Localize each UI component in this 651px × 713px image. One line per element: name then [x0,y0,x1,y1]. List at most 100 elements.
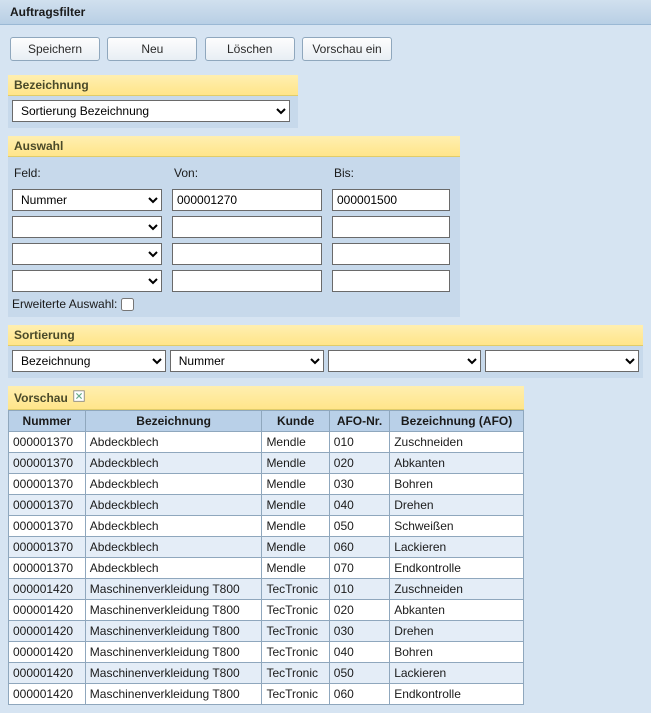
table-row[interactable]: 000001420Maschinenverkleidung T800TecTro… [9,642,524,663]
table-cell: Abdeckblech [85,453,262,474]
section-header-vorschau: Vorschau [8,386,524,410]
bis-input-1[interactable] [332,189,450,211]
von-input-3[interactable] [172,243,322,265]
table-cell: TecTronic [262,579,329,600]
table-cell: Mendle [262,495,329,516]
section-header-bezeichnung: Bezeichnung [8,75,298,96]
table-row[interactable]: 000001420Maschinenverkleidung T800TecTro… [9,600,524,621]
table-cell: 000001370 [9,537,86,558]
table-row[interactable]: 000001420Maschinenverkleidung T800TecTro… [9,579,524,600]
table-cell: 000001420 [9,642,86,663]
col-bezeichnung-afo[interactable]: Bezeichnung (AFO) [390,411,524,432]
table-row[interactable]: 000001370AbdeckblechMendle040Drehen [9,495,524,516]
table-row[interactable]: 000001420Maschinenverkleidung T800TecTro… [9,684,524,705]
table-cell: 000001370 [9,495,86,516]
table-cell: 060 [329,684,389,705]
table-cell: 000001370 [9,558,86,579]
refresh-icon[interactable] [72,389,86,406]
table-cell: Abdeckblech [85,474,262,495]
table-cell: 000001420 [9,579,86,600]
section-header-auswahl: Auswahl [8,136,460,157]
table-row[interactable]: 000001370AbdeckblechMendle070Endkontroll… [9,558,524,579]
table-row[interactable]: 000001420Maschinenverkleidung T800TecTro… [9,621,524,642]
table-cell: 000001370 [9,432,86,453]
table-cell: 000001420 [9,663,86,684]
section-auswahl: Auswahl Feld: Von: Bis: Nummer Erweitert… [8,136,460,317]
table-cell: Bohren [390,642,524,663]
section-header-sortierung: Sortierung [8,325,643,346]
section-vorschau: Vorschau Nummer Bezeichnung Kunde AFO-Nr… [8,386,524,705]
table-row[interactable]: 000001370AbdeckblechMendle010Zuschneiden [9,432,524,453]
table-cell: 030 [329,621,389,642]
von-input-4[interactable] [172,270,322,292]
table-cell: 050 [329,516,389,537]
table-cell: Maschinenverkleidung T800 [85,642,262,663]
table-cell: Maschinenverkleidung T800 [85,579,262,600]
feld-select-1[interactable]: Nummer [12,189,162,211]
table-cell: Maschinenverkleidung T800 [85,621,262,642]
table-cell: Abdeckblech [85,537,262,558]
table-cell: Mendle [262,537,329,558]
table-cell: 030 [329,474,389,495]
col-nummer[interactable]: Nummer [9,411,86,432]
preview-toggle-button[interactable]: Vorschau ein [302,37,392,61]
toolbar: Speichern Neu Löschen Vorschau ein [0,25,651,71]
vorschau-header-label: Vorschau [14,391,68,405]
table-cell: TecTronic [262,621,329,642]
table-cell: 010 [329,579,389,600]
table-cell: Mendle [262,558,329,579]
table-cell: 010 [329,432,389,453]
table-cell: 050 [329,663,389,684]
table-cell: 020 [329,600,389,621]
von-input-2[interactable] [172,216,322,238]
table-cell: Abdeckblech [85,432,262,453]
table-cell: 040 [329,495,389,516]
new-button[interactable]: Neu [107,37,197,61]
table-cell: Endkontrolle [390,558,524,579]
table-cell: Lackieren [390,663,524,684]
table-row[interactable]: 000001370AbdeckblechMendle060Lackieren [9,537,524,558]
table-cell: Endkontrolle [390,684,524,705]
table-row[interactable]: 000001370AbdeckblechMendle030Bohren [9,474,524,495]
delete-button[interactable]: Löschen [205,37,295,61]
bezeichnung-select[interactable]: Sortierung Bezeichnung [12,100,290,122]
erweiterte-auswahl-checkbox[interactable] [121,298,134,311]
sort-select-1[interactable]: Bezeichnung [12,350,166,372]
table-cell: TecTronic [262,684,329,705]
sort-select-3[interactable] [328,350,482,372]
bis-input-4[interactable] [332,270,450,292]
label-feld: Feld: [12,166,166,180]
table-cell: Abkanten [390,453,524,474]
table-cell: Abdeckblech [85,558,262,579]
section-bezeichnung: Bezeichnung Sortierung Bezeichnung [8,75,298,128]
bis-input-3[interactable] [332,243,450,265]
col-bezeichnung[interactable]: Bezeichnung [85,411,262,432]
col-afonr[interactable]: AFO-Nr. [329,411,389,432]
table-cell: Maschinenverkleidung T800 [85,663,262,684]
feld-select-4[interactable] [12,270,162,292]
feld-select-2[interactable] [12,216,162,238]
table-cell: Maschinenverkleidung T800 [85,684,262,705]
save-button[interactable]: Speichern [10,37,100,61]
col-kunde[interactable]: Kunde [262,411,329,432]
table-cell: Lackieren [390,537,524,558]
feld-select-3[interactable] [12,243,162,265]
table-row[interactable]: 000001420Maschinenverkleidung T800TecTro… [9,663,524,684]
table-row[interactable]: 000001370AbdeckblechMendle020Abkanten [9,453,524,474]
von-input-1[interactable] [172,189,322,211]
table-cell: 000001420 [9,621,86,642]
bis-input-2[interactable] [332,216,450,238]
page-title: Auftragsfilter [0,0,651,25]
table-cell: Drehen [390,495,524,516]
sort-select-2[interactable]: Nummer [170,350,324,372]
table-row[interactable]: 000001370AbdeckblechMendle050Schweißen [9,516,524,537]
table-header-row: Nummer Bezeichnung Kunde AFO-Nr. Bezeich… [9,411,524,432]
table-cell: Maschinenverkleidung T800 [85,600,262,621]
table-cell: TecTronic [262,600,329,621]
table-cell: 000001420 [9,600,86,621]
table-cell: Drehen [390,621,524,642]
table-cell: 000001370 [9,453,86,474]
label-bis: Bis: [332,166,452,180]
sort-select-4[interactable] [485,350,639,372]
table-cell: Mendle [262,516,329,537]
